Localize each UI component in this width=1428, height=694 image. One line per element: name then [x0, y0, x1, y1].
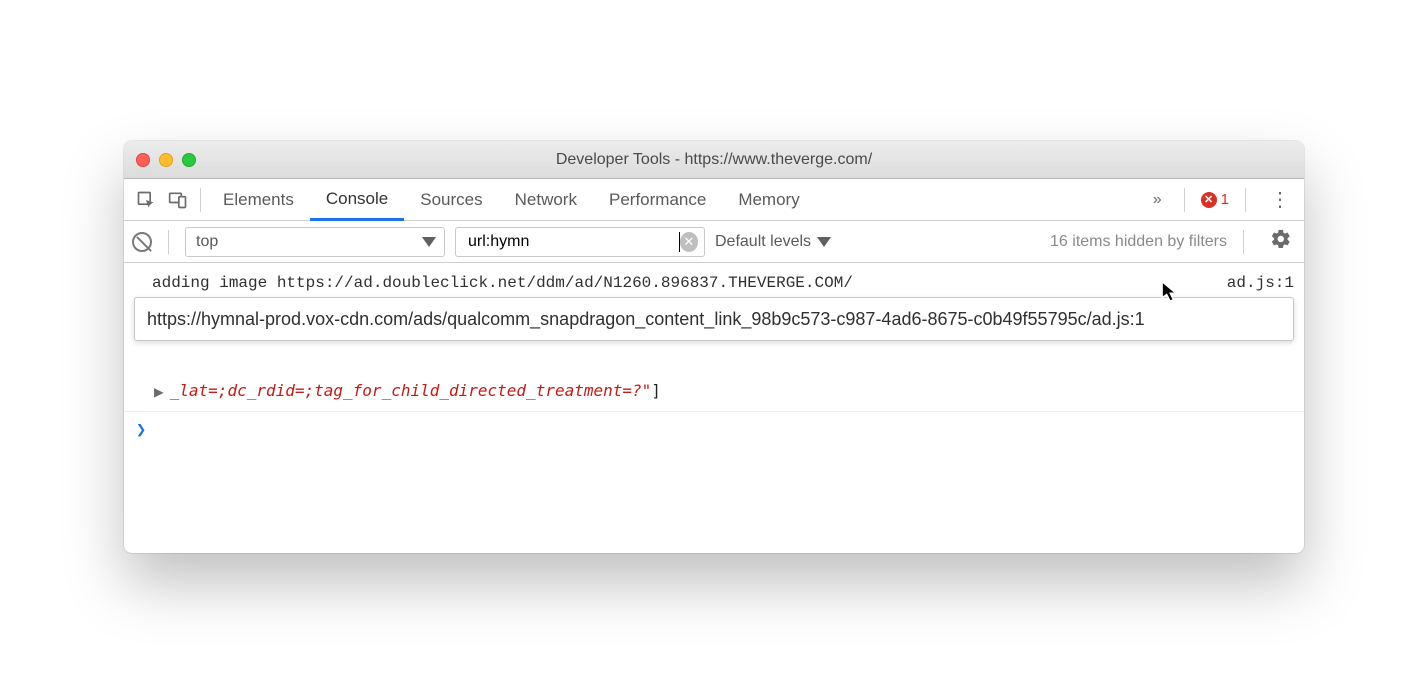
console-filterbar: top ✕ Default levels 16 items hidden by …: [124, 221, 1304, 263]
console-filter-input[interactable]: [466, 232, 680, 252]
tab-console[interactable]: Console: [310, 179, 404, 221]
divider: [168, 230, 169, 254]
devtools-tabbar: Elements Console Sources Network Perform…: [124, 179, 1304, 221]
levels-label: Default levels: [715, 233, 811, 251]
filter-input-wrap: ✕: [455, 227, 705, 257]
tab-sources[interactable]: Sources: [404, 179, 498, 220]
hidden-items-message: 16 items hidden by filters: [1050, 233, 1227, 251]
log-source-link[interactable]: ad.js:1: [1219, 271, 1294, 295]
console-log-row[interactable]: adding image https://ad.doubleclick.net/…: [124, 269, 1304, 297]
console-array-row[interactable]: ▶ _lat=;dc_rdid=;tag_for_child_directed_…: [124, 377, 1304, 405]
devtools-menu-button[interactable]: ⋮: [1262, 187, 1298, 212]
divider: [1184, 188, 1185, 212]
toggle-device-toolbar-icon[interactable]: [162, 184, 194, 216]
log-message: adding image https://ad.doubleclick.net/…: [152, 271, 1219, 295]
tab-elements[interactable]: Elements: [207, 179, 310, 220]
chevron-down-icon: [817, 237, 831, 247]
divider: [200, 188, 201, 212]
expand-triangle-icon[interactable]: ▶: [154, 380, 164, 403]
panel-tabs: Elements Console Sources Network Perform…: [207, 179, 816, 220]
tab-performance[interactable]: Performance: [593, 179, 722, 220]
divider: [1243, 230, 1244, 254]
execution-context-selector[interactable]: top: [185, 227, 445, 257]
titlebar: Developer Tools - https://www.theverge.c…: [124, 141, 1304, 179]
clear-console-icon[interactable]: [132, 232, 152, 252]
tabbar-right: » ✕ 1 ⋮: [1147, 187, 1298, 212]
divider: [1245, 188, 1246, 212]
error-icon: ✕: [1201, 192, 1217, 208]
console-settings-icon[interactable]: [1270, 228, 1292, 255]
clear-filter-icon[interactable]: ✕: [680, 232, 698, 252]
more-tabs-button[interactable]: »: [1147, 191, 1168, 209]
inspect-element-icon[interactable]: [130, 184, 162, 216]
console-prompt[interactable]: ❯: [124, 411, 1304, 448]
console-output: adding image https://ad.doubleclick.net/…: [124, 263, 1304, 553]
devtools-window: Developer Tools - https://www.theverge.c…: [124, 141, 1304, 553]
error-count: 1: [1221, 191, 1229, 208]
close-window-button[interactable]: [136, 153, 150, 167]
zoom-window-button[interactable]: [182, 153, 196, 167]
traffic-lights: [136, 153, 196, 167]
tooltip-text: https://hymnal-prod.vox-cdn.com/ads/qual…: [147, 309, 1145, 329]
prompt-glyph: ❯: [136, 420, 146, 440]
array-close-bracket: ]: [651, 379, 661, 402]
tab-memory[interactable]: Memory: [722, 179, 815, 220]
chevron-down-icon: [422, 237, 436, 247]
array-content: _lat=;dc_rdid=;tag_for_child_directed_tr…: [170, 379, 652, 402]
source-tooltip: https://hymnal-prod.vox-cdn.com/ads/qual…: [134, 297, 1294, 341]
minimize-window-button[interactable]: [159, 153, 173, 167]
window-title: Developer Tools - https://www.theverge.c…: [124, 151, 1304, 169]
log-levels-selector[interactable]: Default levels: [715, 233, 831, 251]
context-value: top: [196, 233, 218, 251]
tab-network[interactable]: Network: [499, 179, 593, 220]
error-counter[interactable]: ✕ 1: [1201, 191, 1229, 208]
